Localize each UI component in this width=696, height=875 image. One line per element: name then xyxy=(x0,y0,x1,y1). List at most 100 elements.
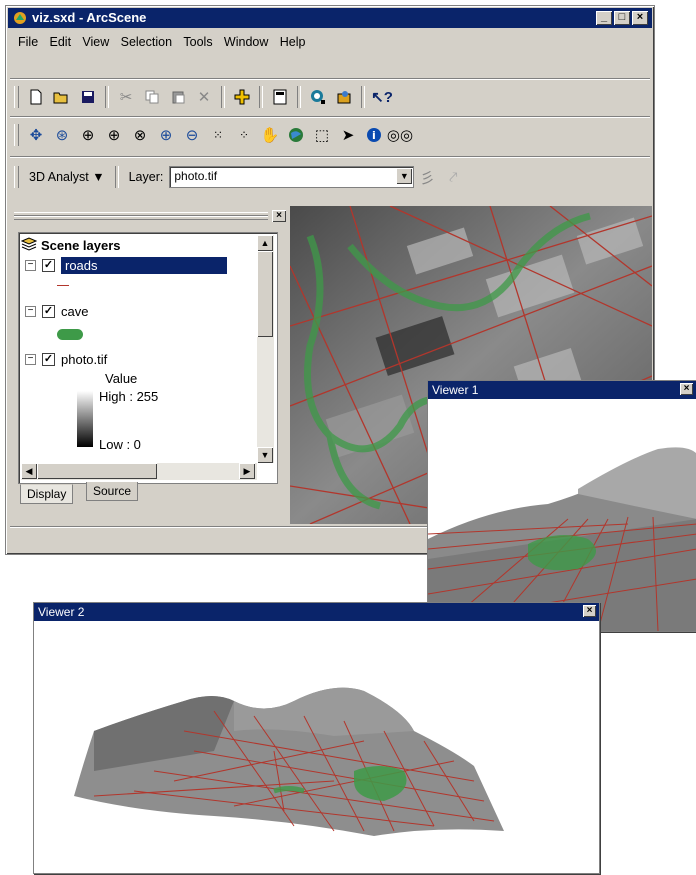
cave-visibility-checkbox[interactable]: ✓ xyxy=(42,304,55,318)
collapse-icon[interactable]: − xyxy=(25,259,36,271)
layers-stack-icon xyxy=(20,236,38,254)
scene-layers-root[interactable]: Scene layers xyxy=(20,235,121,255)
viewer-2-close-icon[interactable]: × xyxy=(583,605,596,617)
3d-analyst-menu[interactable]: 3D Analyst ▼ xyxy=(23,170,111,184)
scroll-left-icon[interactable]: ◀ xyxy=(21,463,37,479)
photo-layer-label[interactable]: photo.tif xyxy=(61,352,107,367)
menu-file[interactable]: File xyxy=(14,32,42,52)
toolbar-grip[interactable] xyxy=(14,86,19,108)
close-button[interactable]: × xyxy=(632,11,648,25)
pan-hand-icon[interactable]: ✋ xyxy=(259,124,281,146)
table-of-contents: Scene layers − ✓ roads − ✓ cave − ✓ phot… xyxy=(18,232,278,484)
minimize-button[interactable]: _ xyxy=(596,11,612,25)
delete-icon[interactable]: ✕ xyxy=(193,86,215,108)
maximize-button[interactable]: □ xyxy=(614,11,630,25)
viewer-1-title: Viewer 1 xyxy=(432,383,479,397)
fly-icon[interactable]: ⊛ xyxy=(51,124,73,146)
legend-low-label: Low : 0 xyxy=(99,437,141,452)
toolbar-separator xyxy=(297,86,301,108)
zoom-out-icon[interactable]: ⊖ xyxy=(181,124,203,146)
main-titlebar[interactable]: viz.sxd - ArcScene _ □ × xyxy=(8,8,652,28)
scroll-right-icon[interactable]: ▶ xyxy=(239,463,255,479)
divider xyxy=(10,156,650,158)
narrow-field-icon[interactable]: ⁙ xyxy=(207,124,229,146)
line-of-sight-icon[interactable]: ⤤ xyxy=(442,166,464,188)
center-on-target-icon[interactable]: ⊕ xyxy=(77,124,99,146)
scroll-down-icon[interactable]: ▼ xyxy=(257,447,273,463)
scroll-h-thumb[interactable] xyxy=(37,463,157,479)
cave-layer-label[interactable]: cave xyxy=(61,304,88,319)
layer-label: Layer: xyxy=(128,170,164,184)
roads-legend-line-symbol xyxy=(57,285,69,286)
new-document-icon[interactable] xyxy=(25,86,47,108)
divider xyxy=(10,78,650,80)
viewer-1-close-icon[interactable]: × xyxy=(680,383,693,395)
viewer-1-scene[interactable] xyxy=(428,399,696,631)
roads-visibility-checkbox[interactable]: ✓ xyxy=(42,258,55,272)
tab-display[interactable]: Display xyxy=(20,484,74,504)
collapse-icon[interactable]: − xyxy=(25,353,36,365)
menu-edit[interactable]: Edit xyxy=(46,32,76,52)
zoom-to-target-icon[interactable]: ⊕ xyxy=(103,124,125,146)
svg-text:i: i xyxy=(372,129,376,142)
navigation-toolbar: ✥ ⊛ ⊕ ⊕ ⊗ ⊕ ⊖ ⁙ ⁘ ✋ ⬚ ➤ i ◎◎ xyxy=(14,120,413,150)
legend-value-heading: Value xyxy=(105,371,138,386)
toc-close-icon[interactable]: × xyxy=(272,210,286,222)
viewer-2-scene[interactable] xyxy=(34,621,597,871)
paste-icon[interactable] xyxy=(167,86,189,108)
identify-icon[interactable]: i xyxy=(363,124,385,146)
layer-row-photo[interactable]: − ✓ photo.tif xyxy=(25,349,107,369)
toolbar-grip[interactable] xyxy=(14,124,19,146)
find-binoculars-icon[interactable]: ◎◎ xyxy=(387,124,413,146)
toolbar-separator xyxy=(105,86,109,108)
select-elements-pointer-icon[interactable]: ➤ xyxy=(337,124,359,146)
cut-icon[interactable]: ✂ xyxy=(115,86,137,108)
menu-help[interactable]: Help xyxy=(276,32,310,52)
set-observer-icon[interactable]: ⊗ xyxy=(129,124,151,146)
open-folder-icon[interactable] xyxy=(51,86,73,108)
layer-row-cave[interactable]: − ✓ cave xyxy=(25,301,88,321)
toolbar-grip[interactable] xyxy=(14,166,19,188)
viewer-2-titlebar[interactable]: Viewer 2 xyxy=(34,603,599,621)
tab-source[interactable]: Source xyxy=(86,482,139,501)
toc-vertical-scrollbar[interactable]: ▲ ▼ xyxy=(257,235,274,463)
scene-properties-icon[interactable] xyxy=(269,86,291,108)
arctoolbox-icon[interactable] xyxy=(333,86,355,108)
scroll-thumb[interactable] xyxy=(257,251,273,337)
viewer-1-window: Viewer 1 × xyxy=(427,380,696,632)
toc-dock-bar[interactable]: × xyxy=(10,210,286,222)
menu-selection[interactable]: Selection xyxy=(117,32,176,52)
full-extent-globe-icon[interactable] xyxy=(285,124,307,146)
roads-layer-label[interactable]: roads xyxy=(61,256,227,274)
zoom-in-icon[interactable]: ⊕ xyxy=(155,124,177,146)
photo-visibility-checkbox[interactable]: ✓ xyxy=(42,352,55,366)
expand-field-icon[interactable]: ⁘ xyxy=(233,124,255,146)
toolbar-separator xyxy=(259,86,263,108)
arccatalog-icon[interactable] xyxy=(307,86,329,108)
toolbar-separator xyxy=(361,86,365,108)
cave-legend-symbol xyxy=(57,329,83,340)
menu-tools[interactable]: Tools xyxy=(179,32,216,52)
contour-tool-icon[interactable]: 彡 xyxy=(416,166,438,188)
chevron-down-icon[interactable]: ▼ xyxy=(396,168,413,184)
legend-high-label: High : 255 xyxy=(99,389,159,404)
collapse-icon[interactable]: − xyxy=(25,305,36,317)
viewer-1-titlebar[interactable]: Viewer 1 xyxy=(428,381,696,399)
layer-row-roads[interactable]: − ✓ roads xyxy=(25,255,227,275)
viewer-2-title: Viewer 2 xyxy=(38,605,85,619)
standard-toolbar: ✂ ✕ ↖? xyxy=(14,82,395,112)
copy-icon[interactable] xyxy=(141,86,163,108)
menu-view[interactable]: View xyxy=(78,32,113,52)
arcscene-app-icon xyxy=(12,11,28,31)
save-icon[interactable] xyxy=(77,86,99,108)
add-data-icon[interactable] xyxy=(231,86,253,108)
scene-layers-label: Scene layers xyxy=(41,237,121,253)
scroll-up-icon[interactable]: ▲ xyxy=(257,235,273,251)
select-features-icon[interactable]: ⬚ xyxy=(311,124,333,146)
whats-this-help-icon[interactable]: ↖? xyxy=(371,86,393,108)
toc-horizontal-scrollbar[interactable]: ◀ ▶ xyxy=(21,463,257,480)
layer-dropdown[interactable]: photo.tif ▼ xyxy=(169,166,415,188)
navigate-icon[interactable]: ✥ xyxy=(25,124,47,146)
toolbar-separator xyxy=(114,166,119,188)
menu-window[interactable]: Window xyxy=(220,32,272,52)
